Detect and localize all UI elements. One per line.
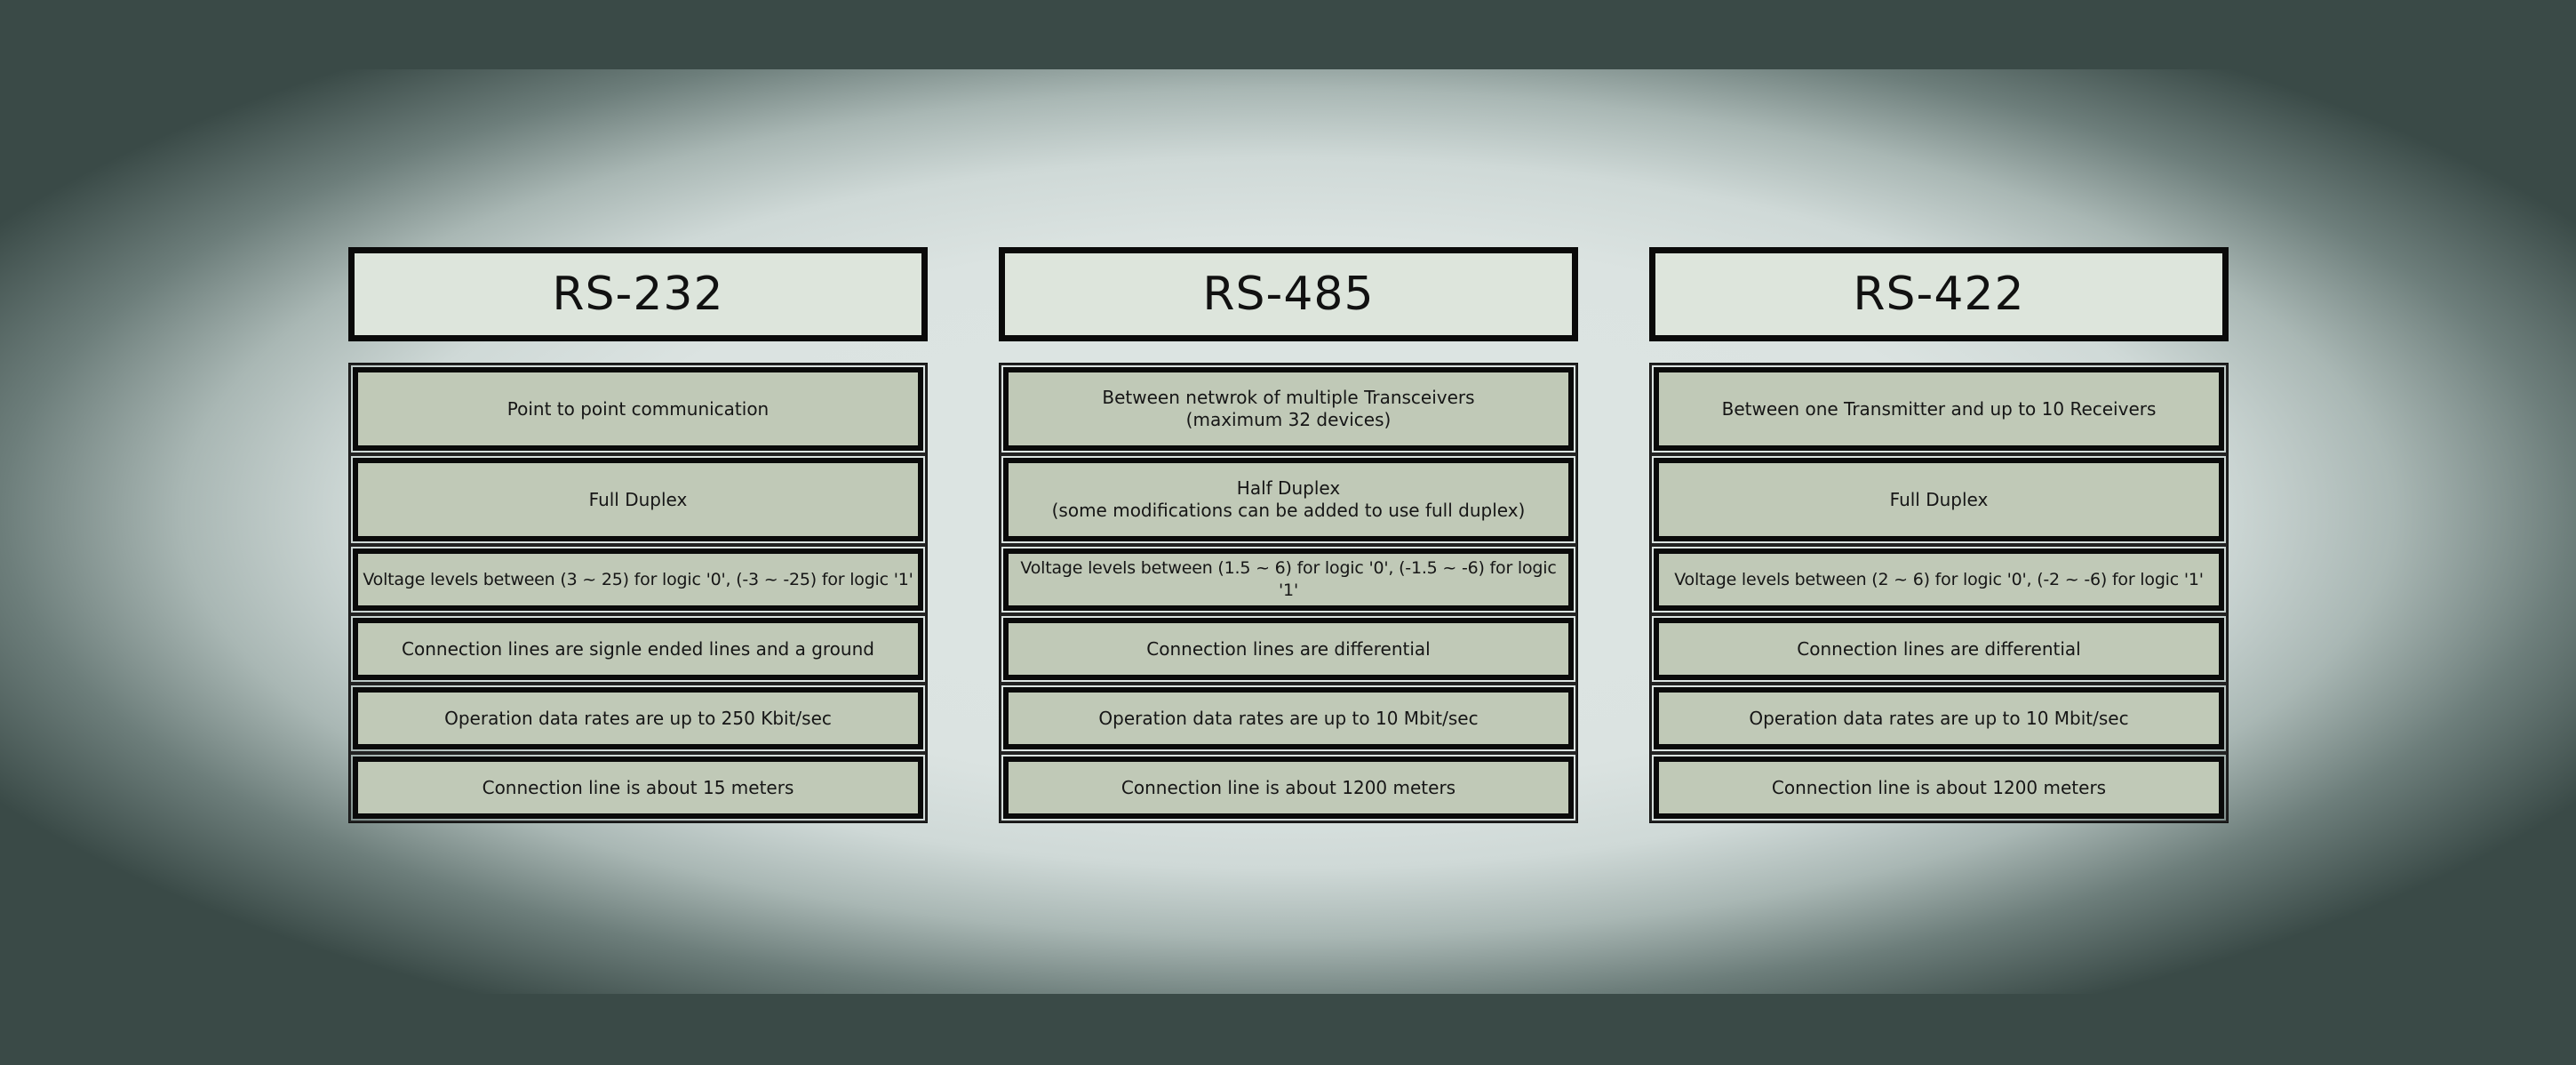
feature-list: Between netwrok of multiple Transceivers… [999, 363, 1578, 823]
feature-list: Point to point communication Full Duplex… [348, 363, 928, 823]
column-title: RS-422 [1649, 247, 2229, 341]
feature-duplex: Full Duplex [1650, 454, 2228, 545]
feature-data-rate: Operation data rates are up to 250 Kbit/… [349, 684, 927, 753]
feature-voltage-levels: Voltage levels between (3 ~ 25) for logi… [349, 545, 927, 614]
column-rs232: RS-232 Point to point communication Full… [348, 247, 928, 823]
feature-data-rate: Operation data rates are up to 10 Mbit/s… [1650, 684, 2228, 753]
feature-duplex: Half Duplex (some modifications can be a… [1000, 454, 1577, 545]
feature-line-length: Connection line is about 1200 meters [1650, 753, 2228, 822]
feature-line-length: Connection line is about 15 meters [349, 753, 927, 822]
column-title: RS-232 [348, 247, 928, 341]
feature-topology: Point to point communication [349, 364, 927, 454]
feature-duplex: Full Duplex [349, 454, 927, 545]
column-rs422: RS-422 Between one Transmitter and up to… [1649, 247, 2229, 823]
feature-connection-lines: Connection lines are differential [1650, 614, 2228, 684]
column-rs485: RS-485 Between netwrok of multiple Trans… [999, 247, 1578, 823]
diagram-canvas: RS-232 Point to point communication Full… [0, 69, 2576, 994]
feature-line-length: Connection line is about 1200 meters [1000, 753, 1577, 822]
feature-topology: Between one Transmitter and up to 10 Rec… [1650, 364, 2228, 454]
feature-connection-lines: Connection lines are signle ended lines … [349, 614, 927, 684]
feature-list: Between one Transmitter and up to 10 Rec… [1649, 363, 2229, 823]
feature-data-rate: Operation data rates are up to 10 Mbit/s… [1000, 684, 1577, 753]
feature-topology: Between netwrok of multiple Transceivers… [1000, 364, 1577, 454]
feature-voltage-levels: Voltage levels between (1.5 ~ 6) for log… [1000, 545, 1577, 614]
feature-connection-lines: Connection lines are differential [1000, 614, 1577, 684]
column-title: RS-485 [999, 247, 1578, 341]
feature-voltage-levels: Voltage levels between (2 ~ 6) for logic… [1650, 545, 2228, 614]
